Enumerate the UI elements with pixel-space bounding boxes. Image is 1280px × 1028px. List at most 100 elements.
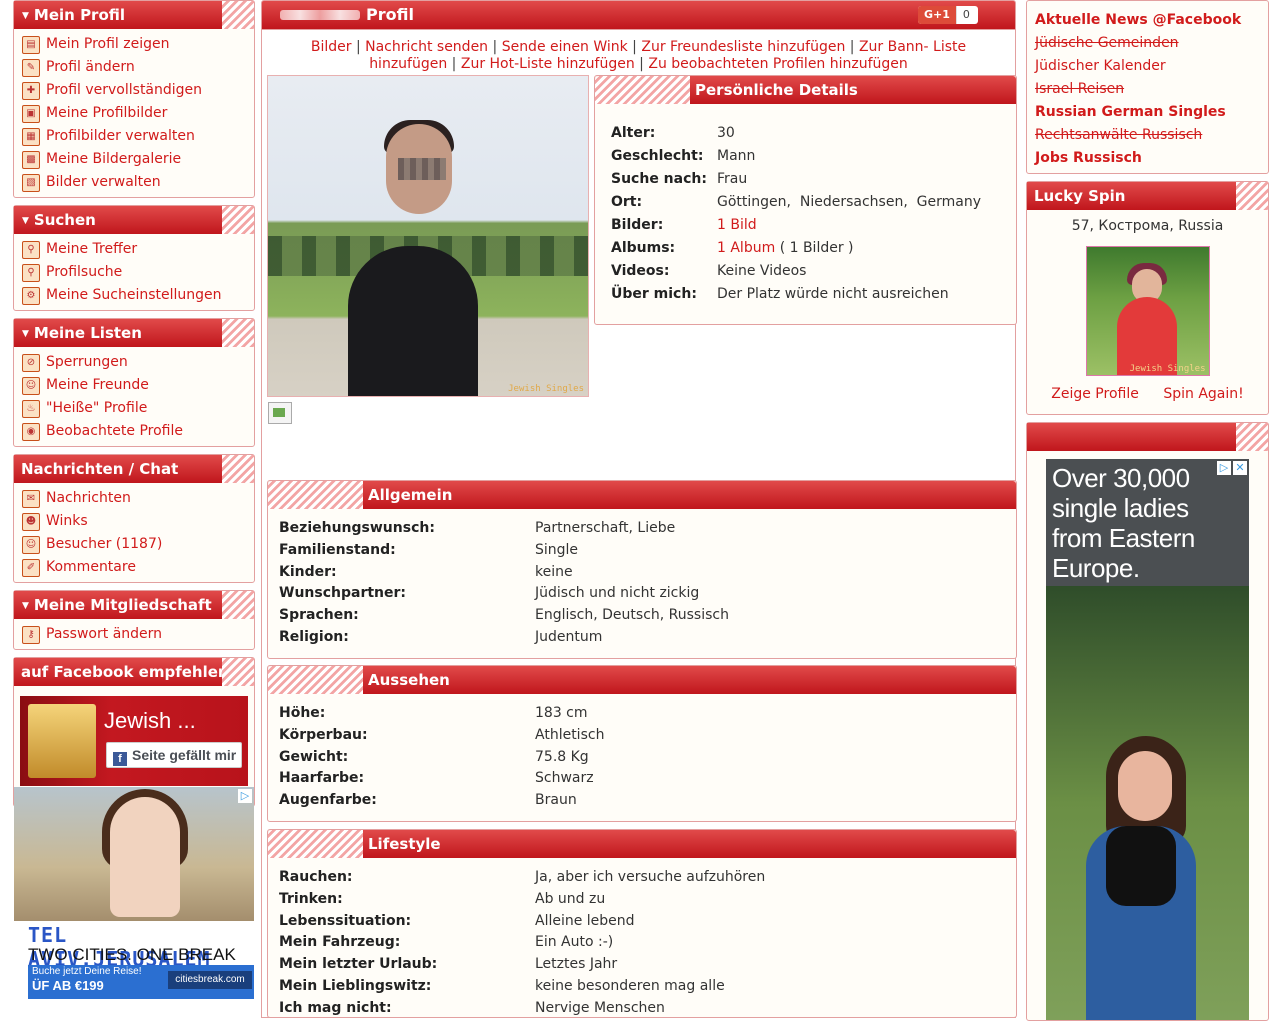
menu-item[interactable]: ⚲ Profilsuche <box>22 261 254 284</box>
spin-profile-photo[interactable]: Jewish Singles <box>1085 246 1210 376</box>
menu-item[interactable]: ⊘ Sperrungen <box>22 351 254 374</box>
menu-item[interactable]: ☺ Besucher (1187) <box>22 533 254 556</box>
box-header-ad <box>1027 423 1268 451</box>
menu-item[interactable]: ◉ Beobachtete Profile <box>22 420 254 443</box>
facebook-page-name[interactable]: Jewish ... <box>104 708 196 734</box>
box-header-lucky-spin: Lucky Spin <box>1027 182 1268 210</box>
menu-item[interactable]: ♨ "Heiße" Profile <box>22 397 254 420</box>
comment-icon: ✐ <box>22 558 40 577</box>
box-mitgliedschaft: ▼ Meine Mitgliedschaft ⚷ Passwort ändern <box>13 590 255 650</box>
news-item[interactable]: Rechtsanwälte Russisch <box>1035 124 1268 147</box>
menu-item[interactable]: ☻ Winks <box>22 510 254 533</box>
action-bilder[interactable]: Bilder <box>311 39 352 55</box>
profile-photo[interactable]: Jewish Singles <box>267 75 589 397</box>
box-meine-listen: ▼ Meine Listen ⊘ Sperrungen ☺ Meine Freunde… <box>13 318 255 447</box>
section-header: Lifestyle <box>268 830 1016 858</box>
manage-pictures-icon: ▦ <box>22 127 40 146</box>
album-link[interactable]: 1 Album <box>717 240 775 256</box>
photo-person-body <box>348 246 478 396</box>
details-header: Persönliche Details <box>595 76 1016 104</box>
menu-suchen: ⚲ Meine Treffer ⚲ Profilsuche ⚙ Meine Suche… <box>14 234 254 310</box>
menu-item[interactable]: ☺ Meine Freunde <box>22 374 254 397</box>
menu-item[interactable]: ▦ Profilbilder verwalten <box>22 125 254 148</box>
box-header-mein-profil[interactable]: ▼ Mein Profil <box>14 1 254 29</box>
profile-doc-icon: ▤ <box>22 35 40 54</box>
show-profile-link[interactable]: Zeige Profile <box>1051 386 1139 402</box>
close-icon[interactable]: ✕ <box>1233 461 1247 475</box>
bilder-link[interactable]: 1 Bild <box>717 217 757 233</box>
menu-item[interactable]: ⚲ Meine Treffer <box>22 238 254 261</box>
news-item[interactable]: Israel Reisen <box>1035 78 1268 101</box>
ad-headline: Over 30,000 single ladies from Eastern E… <box>1052 463 1195 583</box>
info-row: Ich mag nicht: Nervige Menschen <box>279 999 665 1016</box>
menu-item[interactable]: ⚙ Meine Sucheinstellungen <box>22 284 254 307</box>
friends-icon: ☺ <box>22 376 40 395</box>
box-header-mitgliedschaft[interactable]: ▼ Meine Mitgliedschaft <box>14 591 254 619</box>
menu-item[interactable]: ⚷ Passwort ändern <box>22 623 254 646</box>
action-hotliste[interactable]: Zur Hot-Liste hinzufügen <box>461 56 635 72</box>
ad-right-banner[interactable]: Over 30,000 single ladies from Eastern E… <box>1046 459 1249 1020</box>
menu-item[interactable]: ▤ Mein Profil zeigen <box>22 33 254 56</box>
box-header-suchen[interactable]: ▼ Suchen <box>14 206 254 234</box>
box-ad: Over 30,000 single ladies from Eastern E… <box>1026 422 1269 1021</box>
info-row: Haarfarbe: Schwarz <box>279 770 594 787</box>
action-beobachten[interactable]: Zu beobachteten Profilen hinzufügen <box>648 56 907 72</box>
spin-again-link[interactable]: Spin Again! <box>1163 386 1243 402</box>
section-table: Höhe: 183 cm Körperbau: Athletisch Gewicht… <box>268 694 1016 816</box>
box-header-meine-listen[interactable]: ▼ Meine Listen <box>14 319 254 347</box>
ad-choices[interactable]: ▷ <box>238 789 252 803</box>
ad-person-image <box>110 797 180 917</box>
menu-item[interactable]: ▩ Meine Bildergalerie <box>22 148 254 171</box>
spin-watermark: Jewish Singles <box>1129 364 1206 374</box>
personal-details: Persönliche Details Alter: 30 Geschlecht:… <box>594 75 1017 325</box>
detail-row: Alter: 30 <box>611 125 735 141</box>
menu-item[interactable]: ✐ Kommentare <box>22 556 254 579</box>
main-content: Profil G+1 0 Bilder | Nachricht senden | … <box>261 0 1017 1018</box>
ad-person-head <box>1118 751 1172 821</box>
menu-item[interactable]: ▣ Meine Profilbilder <box>22 102 254 125</box>
info-row: Beziehungswunsch: Partnerschaft, Liebe <box>279 520 676 536</box>
menu-item[interactable]: ✎ Profil ändern <box>22 56 254 79</box>
gplus-button[interactable]: G+1 0 <box>918 6 978 24</box>
menu-item[interactable]: ✚ Profil vervollständigen <box>22 79 254 102</box>
facebook-page-banner[interactable]: Jewish ... f Seite gefällt mir <box>20 696 248 786</box>
pictures-icon: ▣ <box>22 104 40 123</box>
action-freundesliste[interactable]: Zur Freundesliste hinzufügen <box>641 39 845 55</box>
menu-mitgliedschaft: ⚷ Passwort ändern <box>14 619 254 649</box>
section-header: Allgemein <box>268 481 1016 509</box>
news-item[interactable]: Russian German Singles <box>1035 101 1268 124</box>
news-item[interactable]: Aktuelle News @Facebook <box>1035 9 1268 32</box>
info-row: Gewicht: 75.8 Kg <box>279 748 589 765</box>
menu-nachrichten: ✉ Nachrichten ☻ Winks ☺ Besucher (1187) ✐ Ko… <box>14 483 254 582</box>
info-row: Mein letzter Urlaub: Letztes Jahr <box>279 956 618 973</box>
left-sidebar: ▼ Mein Profil ▤ Mein Profil zeigen ✎ Profil… <box>13 0 255 999</box>
broken-image-icon[interactable] <box>268 402 292 424</box>
facebook-like-button[interactable]: f Seite gefällt mir <box>106 742 242 768</box>
ad-left-banner[interactable]: ▷ TEL AVIV.JERUSALEM TWO CITIES. ONE BRE… <box>14 787 254 999</box>
detail-row: Videos: Keine Videos <box>611 263 807 279</box>
ad-photo <box>1046 586 1249 1020</box>
photo-watermark: Jewish Singles <box>508 384 584 394</box>
info-row: Religion: Judentum <box>279 628 603 645</box>
menu-item[interactable]: ▧ Bilder verwalten <box>22 171 254 194</box>
news-item[interactable]: Jobs Russisch <box>1035 147 1268 170</box>
news-item[interactable]: Jüdische Gemeinden <box>1035 32 1268 55</box>
envelope-icon: ✉ <box>22 489 40 508</box>
menu-item[interactable]: ✉ Nachrichten <box>22 487 254 510</box>
adchoices-icon[interactable]: ▷ <box>238 789 252 803</box>
ad-brand[interactable]: citiesbreak.com <box>168 971 252 989</box>
stripe-decoration <box>268 481 363 509</box>
news-item[interactable]: Jüdischer Kalender <box>1035 55 1268 78</box>
profile-header: Profil G+1 0 <box>261 0 1016 30</box>
info-row: Trinken: Ab und zu <box>279 890 606 907</box>
action-wink[interactable]: Sende einen Wink <box>502 39 628 55</box>
hot-icon: ♨ <box>22 399 40 418</box>
adchoices-icon[interactable]: ▷ <box>1217 461 1231 475</box>
box-header-nachrichten[interactable]: Nachrichten / Chat <box>14 455 254 483</box>
detail-row: Albums: 1 Album ( 1 Bilder ) <box>611 240 854 256</box>
complete-doc-icon: ✚ <box>22 81 40 100</box>
action-nachricht-senden[interactable]: Nachricht senden <box>365 39 488 55</box>
ad-choices[interactable]: ▷ ✕ <box>1217 461 1247 475</box>
ad-line2: TWO CITIES. ONE BREAK <box>28 945 236 964</box>
box-nachrichten: Nachrichten / Chat ✉ Nachrichten ☻ Winks ☺… <box>13 454 255 583</box>
